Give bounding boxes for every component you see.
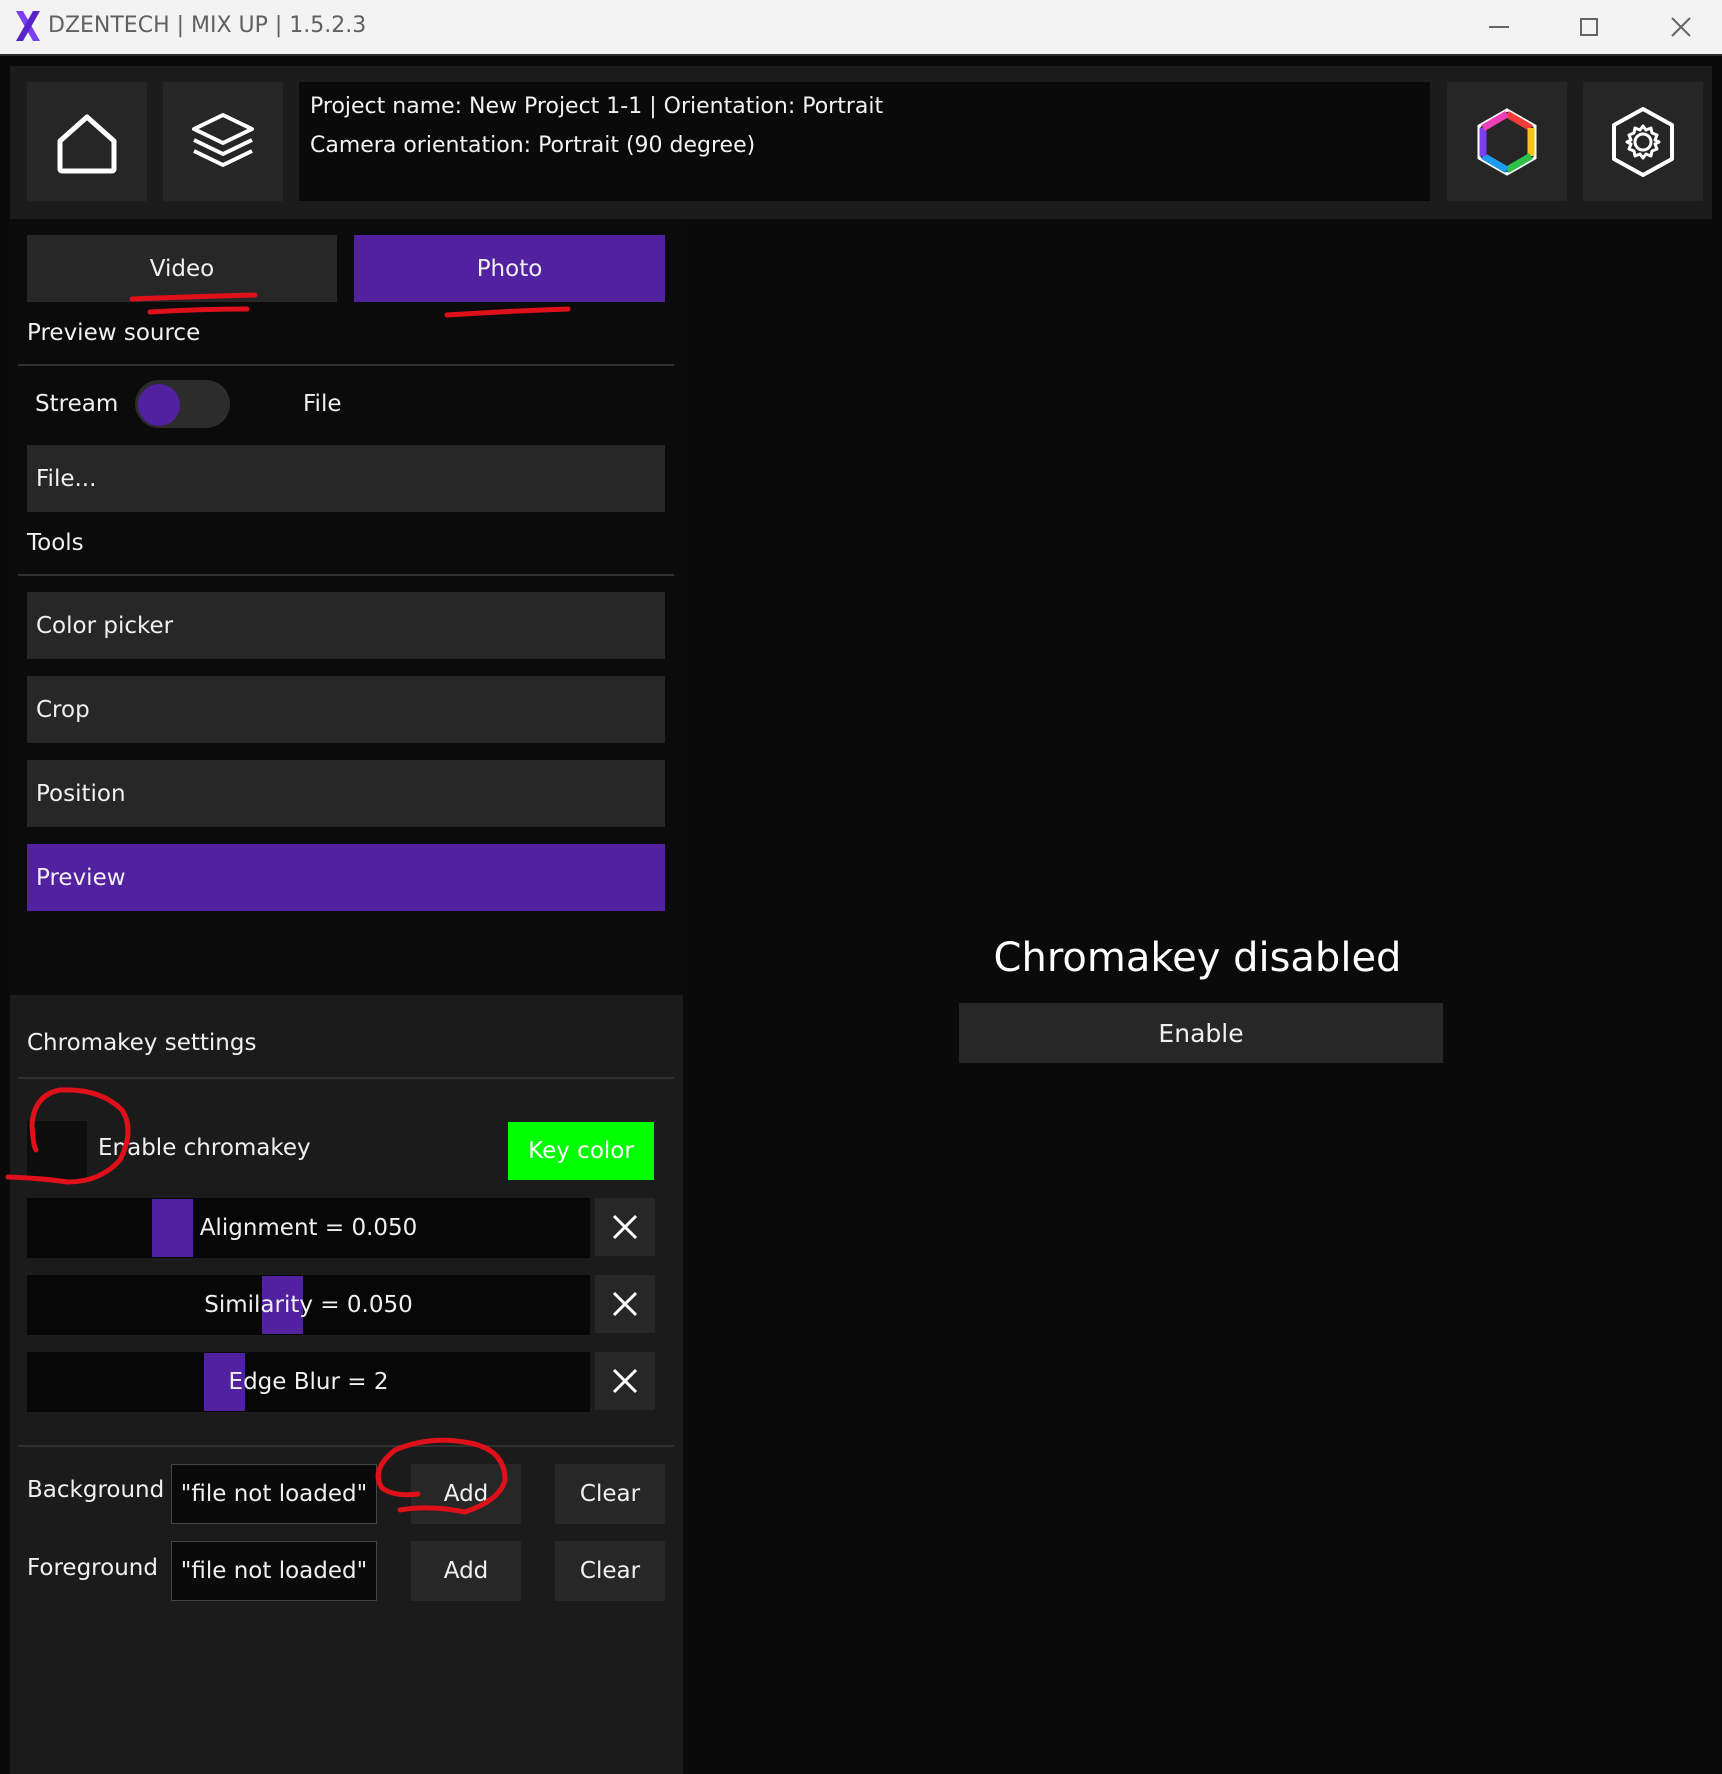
close-x-icon: [612, 1368, 638, 1394]
background-add-button[interactable]: Add: [411, 1464, 521, 1524]
background-clear-button[interactable]: Clear: [555, 1464, 665, 1524]
x-logo-icon: [16, 11, 40, 41]
maximize-icon[interactable]: [1574, 12, 1604, 42]
file-label: File: [303, 391, 342, 417]
project-info: Project name: New Project 1-1 | Orientat…: [299, 82, 1430, 201]
enable-chromakey-label: Enable chromakey: [98, 1135, 311, 1161]
edge-blur-reset-button[interactable]: [595, 1352, 655, 1410]
stream-label: Stream: [35, 391, 119, 417]
key-color-button[interactable]: Key color: [508, 1122, 654, 1180]
similarity-label: Similarity = 0.050: [204, 1292, 413, 1318]
alignment-slider[interactable]: Alignment = 0.050: [27, 1198, 590, 1258]
close-x-icon: [612, 1214, 638, 1240]
title-separator: [0, 54, 1722, 56]
minimize-icon[interactable]: [1484, 12, 1514, 42]
foreground-file-field: "file not loaded": [171, 1541, 377, 1601]
tool-position[interactable]: Position: [27, 760, 665, 827]
tab-photo[interactable]: Photo: [354, 235, 665, 302]
section-divider: [18, 1077, 674, 1079]
edge-blur-label: Edge Blur = 2: [228, 1369, 389, 1395]
color-hexagon-icon: [1477, 107, 1537, 176]
section-divider: [18, 1445, 674, 1447]
layers-button[interactable]: [163, 82, 283, 201]
settings-gear-icon: [1612, 106, 1674, 177]
foreground-label: Foreground: [27, 1555, 158, 1581]
file-open-button[interactable]: File...: [27, 445, 665, 512]
tool-crop[interactable]: Crop: [27, 676, 665, 743]
tab-video[interactable]: Video: [27, 235, 337, 302]
chromakey-disabled-message: Chromakey disabled: [993, 935, 1402, 981]
project-line: Project name: New Project 1-1 | Orientat…: [310, 94, 884, 119]
enable-chromakey-checkbox[interactable]: [27, 1121, 87, 1181]
similarity-slider[interactable]: Similarity = 0.050: [27, 1275, 590, 1335]
alignment-slider-thumb[interactable]: [152, 1199, 193, 1257]
tool-color-picker[interactable]: Color picker: [27, 592, 665, 659]
camera-orientation-line: Camera orientation: Portrait (90 degree): [310, 133, 756, 158]
enable-chromakey-button[interactable]: Enable: [959, 1003, 1443, 1063]
layers-icon: [192, 112, 254, 167]
home-button[interactable]: [27, 82, 147, 201]
section-divider: [18, 574, 674, 576]
similarity-reset-button[interactable]: [595, 1275, 655, 1333]
tool-preview[interactable]: Preview: [27, 844, 665, 911]
alignment-label: Alignment = 0.050: [199, 1215, 418, 1241]
preview-source-heading: Preview source: [27, 320, 201, 346]
foreground-add-button[interactable]: Add: [411, 1541, 521, 1601]
toggle-knob[interactable]: [138, 384, 180, 426]
background-file-field: "file not loaded": [171, 1464, 377, 1524]
chromakey-heading: Chromakey settings: [27, 1030, 257, 1056]
close-icon[interactable]: [1666, 12, 1696, 42]
close-x-icon: [612, 1291, 638, 1317]
preview-area: [683, 219, 1712, 1774]
home-icon: [57, 114, 117, 173]
color-button[interactable]: [1447, 82, 1567, 201]
background-label: Background: [27, 1477, 165, 1503]
tools-heading: Tools: [27, 530, 84, 556]
section-divider: [18, 364, 674, 366]
edge-blur-slider[interactable]: Edge Blur = 2: [27, 1352, 590, 1412]
window-title: DZENTECH | MIX UP | 1.5.2.3: [48, 13, 367, 38]
foreground-clear-button[interactable]: Clear: [555, 1541, 665, 1601]
alignment-reset-button[interactable]: [595, 1198, 655, 1256]
settings-button[interactable]: [1583, 82, 1703, 201]
